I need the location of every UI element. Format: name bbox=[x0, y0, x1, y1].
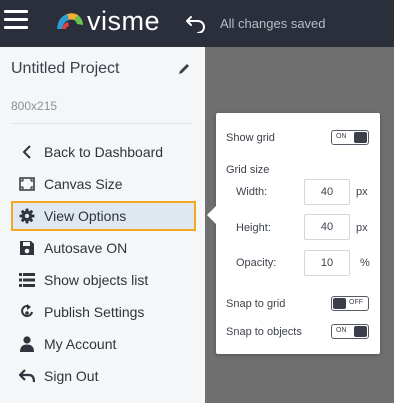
opacity-label: Opacity: bbox=[236, 257, 277, 269]
height-label: Height: bbox=[236, 222, 271, 234]
snap-to-objects-label: Snap to objects bbox=[226, 326, 302, 338]
opacity-unit: % bbox=[360, 257, 370, 269]
menu-item-show-objects-list[interactable]: Show objects list bbox=[11, 265, 196, 295]
menu-item-view-options[interactable]: View Options bbox=[11, 201, 196, 231]
gear-icon bbox=[18, 207, 36, 225]
project-size: 800x215 bbox=[11, 99, 58, 113]
menu-item-canvas-size[interactable]: Canvas Size bbox=[11, 169, 196, 199]
toggle-knob bbox=[333, 298, 346, 309]
menu-item-sign-out[interactable]: Sign Out bbox=[11, 361, 196, 391]
sidebar-menu: Untitled Project 800x215 Back to Dashboa… bbox=[0, 47, 205, 403]
snap-to-grid-label: Snap to grid bbox=[226, 298, 286, 310]
menu-item-my-account[interactable]: My Account bbox=[11, 329, 196, 359]
toggle-state: ON bbox=[336, 327, 347, 334]
menu-item-label: Publish Settings bbox=[44, 304, 145, 320]
snap-to-objects-toggle[interactable]: ON bbox=[331, 324, 369, 339]
menu-item-label: Back to Dashboard bbox=[44, 144, 164, 160]
user-icon bbox=[18, 335, 36, 353]
menu-item-autosave[interactable]: Autosave ON bbox=[11, 233, 196, 263]
height-unit: px bbox=[356, 222, 368, 234]
width-unit: px bbox=[356, 186, 368, 198]
width-label: Width: bbox=[236, 186, 268, 198]
menu-item-label: Autosave ON bbox=[44, 240, 128, 256]
view-options-panel: Show grid ON Grid size Width: px Height:… bbox=[207, 113, 380, 354]
logo-text: visme bbox=[87, 5, 161, 36]
edit-pencil-icon[interactable] bbox=[177, 62, 191, 76]
list-icon bbox=[18, 271, 36, 289]
toggle-knob bbox=[354, 132, 367, 143]
divider bbox=[11, 123, 192, 124]
save-status: All changes saved bbox=[220, 16, 326, 31]
save-icon bbox=[18, 239, 36, 257]
toggle-state: ON bbox=[336, 133, 347, 140]
visme-logo[interactable]: visme bbox=[55, 6, 160, 36]
publish-icon bbox=[18, 303, 36, 321]
menu-item-label: View Options bbox=[44, 208, 127, 224]
project-title: Untitled Project bbox=[11, 60, 120, 77]
chevron-left-icon bbox=[18, 143, 36, 161]
menu-item-publish-settings[interactable]: Publish Settings bbox=[11, 297, 196, 327]
menu-item-label: Show objects list bbox=[44, 272, 149, 288]
menu-item-label: Canvas Size bbox=[44, 176, 123, 192]
hamburger-menu-icon[interactable] bbox=[4, 10, 28, 30]
grid-size-label: Grid size bbox=[226, 164, 270, 176]
top-bar: visme All changes saved bbox=[0, 0, 394, 47]
menu-item-label: My Account bbox=[44, 336, 117, 352]
grid-height-input[interactable] bbox=[304, 214, 350, 240]
show-grid-label: Show grid bbox=[226, 132, 275, 144]
snap-to-grid-toggle[interactable]: OFF bbox=[331, 296, 369, 311]
menu-item-back-to-dashboard[interactable]: Back to Dashboard bbox=[11, 137, 196, 167]
sign-out-icon bbox=[18, 367, 36, 385]
canvas-size-icon bbox=[18, 175, 36, 193]
undo-icon[interactable] bbox=[185, 11, 207, 33]
menu-item-label: Sign Out bbox=[44, 368, 99, 384]
show-grid-toggle[interactable]: ON bbox=[331, 130, 369, 145]
grid-width-input[interactable] bbox=[304, 179, 350, 205]
grid-opacity-input[interactable] bbox=[304, 250, 350, 276]
toggle-state: OFF bbox=[349, 299, 363, 306]
toggle-knob bbox=[354, 326, 367, 337]
logo-mark-icon bbox=[57, 13, 83, 29]
